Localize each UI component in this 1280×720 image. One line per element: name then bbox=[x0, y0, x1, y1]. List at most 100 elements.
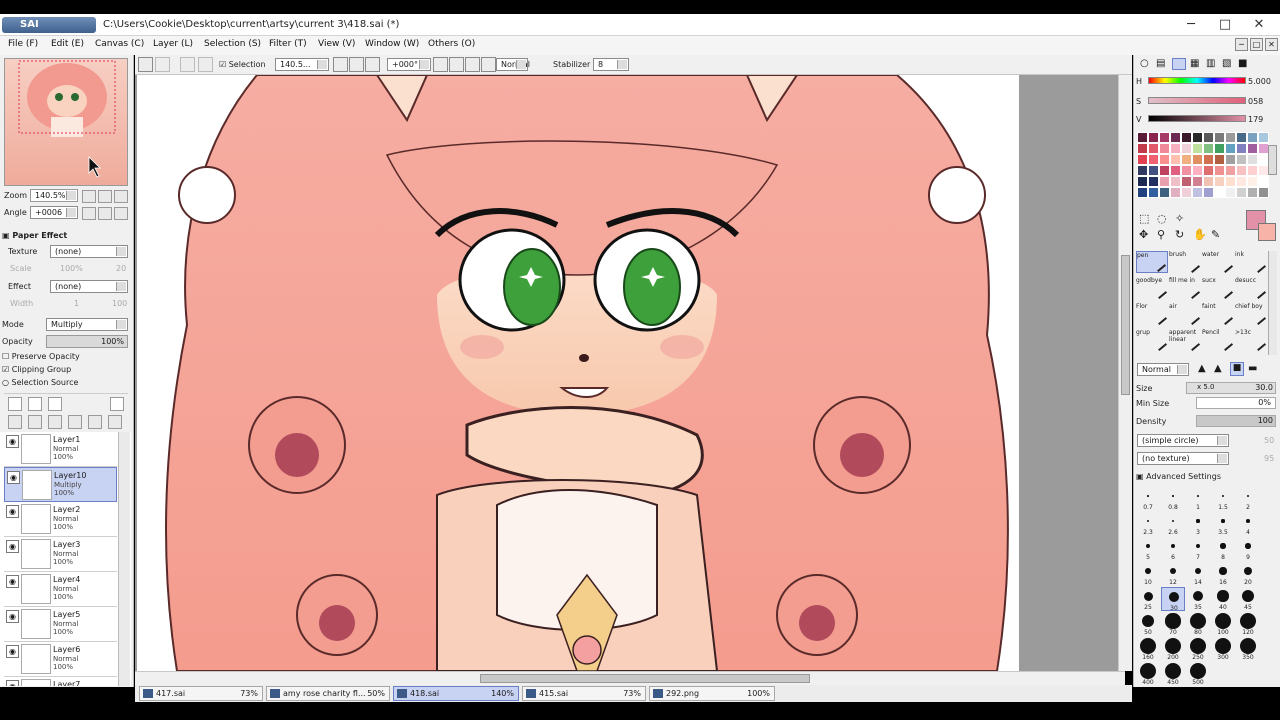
visibility-eye-icon[interactable]: ◉ bbox=[6, 645, 19, 658]
layer-row[interactable]: ◉ Layer10 Multiply 100% bbox=[4, 467, 117, 502]
tool-grup[interactable]: grup bbox=[1136, 329, 1168, 352]
canvas-vscroll-thumb[interactable] bbox=[1121, 255, 1130, 395]
intermediate-icon[interactable]: ■ bbox=[1238, 58, 1247, 69]
layer-row[interactable]: ◉ Layer5 Normal 100% bbox=[4, 607, 117, 642]
tool-water[interactable]: water bbox=[1202, 251, 1234, 274]
color-swatch[interactable] bbox=[1258, 176, 1269, 187]
brush-size-option[interactable]: 400 bbox=[1136, 662, 1160, 686]
mdi-minimize-button[interactable]: ─ bbox=[1235, 38, 1248, 51]
canvas-vertical-scrollbar[interactable] bbox=[1118, 75, 1132, 671]
mdi-restore-button[interactable]: □ bbox=[1250, 38, 1263, 51]
brush-size-option[interactable]: 3 bbox=[1186, 512, 1210, 536]
blend-mode-select[interactable]: Multiply bbox=[46, 318, 128, 331]
brush-size-option[interactable]: 450 bbox=[1161, 662, 1185, 686]
density-slider[interactable]: 100 bbox=[1196, 415, 1276, 427]
lasso-icon[interactable]: ◌ bbox=[1157, 212, 1167, 225]
tool-scrollbar[interactable] bbox=[1268, 251, 1277, 355]
color-swatch[interactable] bbox=[1214, 143, 1225, 154]
color-swatch[interactable] bbox=[1192, 187, 1203, 198]
color-swatch[interactable] bbox=[1181, 165, 1192, 176]
tool-fill-me-in[interactable]: fill me in bbox=[1169, 277, 1201, 300]
zoom-in-icon[interactable] bbox=[349, 57, 364, 72]
tool-flor[interactable]: Flor bbox=[1136, 303, 1168, 326]
drawing-canvas[interactable] bbox=[137, 75, 1019, 671]
color-swatch[interactable] bbox=[1236, 132, 1247, 143]
color-swatch[interactable] bbox=[1148, 165, 1159, 176]
visibility-eye-icon[interactable]: ◉ bbox=[6, 435, 19, 448]
brush-size-option[interactable]: 70 bbox=[1161, 612, 1185, 636]
color-swatch[interactable] bbox=[1214, 165, 1225, 176]
swatches-icon[interactable]: ▦ bbox=[1190, 58, 1199, 69]
menu-file[interactable]: File (F) bbox=[8, 39, 38, 49]
color-swatch[interactable] bbox=[1247, 187, 1258, 198]
color-swatch[interactable] bbox=[1137, 176, 1148, 187]
deselect-icon[interactable] bbox=[180, 57, 195, 72]
color-swatch[interactable] bbox=[1181, 176, 1192, 187]
shape-soft-icon[interactable]: ▲ bbox=[1214, 363, 1222, 374]
color-swatch[interactable] bbox=[1225, 176, 1236, 187]
rotate-ccw-icon[interactable] bbox=[433, 57, 448, 72]
brush-size-option[interactable]: 9 bbox=[1236, 537, 1260, 561]
brush-size-option[interactable]: 16 bbox=[1211, 562, 1235, 586]
color-swatch[interactable] bbox=[1203, 154, 1214, 165]
brush-size-option[interactable]: 80 bbox=[1186, 612, 1210, 636]
rotate-cw-icon[interactable] bbox=[449, 57, 464, 72]
advanced-settings-toggle[interactable]: ▣ Advanced Settings bbox=[1136, 472, 1221, 481]
rotate-reset-button[interactable] bbox=[114, 207, 128, 220]
doc-tab-amy-rose[interactable]: amy rose charity fl... 50% bbox=[266, 686, 390, 701]
tool--13c[interactable]: >13c bbox=[1235, 329, 1267, 352]
select-rect-icon[interactable]: ⬚ bbox=[1139, 212, 1149, 225]
tool-chief-boy[interactable]: chief boy bbox=[1235, 303, 1267, 326]
tool-goodbye[interactable]: goodbye bbox=[1136, 277, 1168, 300]
clear-layer-icon[interactable] bbox=[48, 415, 62, 429]
brush-size-option[interactable]: 14 bbox=[1186, 562, 1210, 586]
menu-window[interactable]: Window (W) bbox=[365, 39, 419, 49]
value-slider[interactable] bbox=[1148, 115, 1246, 122]
visibility-eye-icon[interactable]: ◉ bbox=[7, 471, 20, 484]
color-swatch[interactable] bbox=[1236, 143, 1247, 154]
color-swatch[interactable] bbox=[1148, 143, 1159, 154]
brush-size-option[interactable]: 7 bbox=[1186, 537, 1210, 561]
delete-layer-icon[interactable] bbox=[68, 415, 82, 429]
color-swatch[interactable] bbox=[1192, 154, 1203, 165]
brush-size-option[interactable]: 10 bbox=[1136, 562, 1160, 586]
texture-select[interactable]: (none) bbox=[50, 245, 128, 258]
color-swatch[interactable] bbox=[1214, 187, 1225, 198]
brush-size-option[interactable]: 45 bbox=[1236, 587, 1260, 611]
color-swatch[interactable] bbox=[1170, 132, 1181, 143]
color-swatch[interactable] bbox=[1170, 176, 1181, 187]
color-swatch[interactable] bbox=[1225, 143, 1236, 154]
rotation-select[interactable]: +000° bbox=[387, 58, 431, 71]
color-swatch[interactable] bbox=[1225, 165, 1236, 176]
color-swatch[interactable] bbox=[1137, 143, 1148, 154]
rotate-right-button[interactable] bbox=[98, 207, 112, 220]
view-mode-select[interactable]: Normal bbox=[496, 58, 530, 71]
brush-size-option[interactable]: 8 bbox=[1211, 537, 1235, 561]
invert-selection-icon[interactable] bbox=[198, 57, 213, 72]
menu-selection[interactable]: Selection (S) bbox=[204, 39, 261, 49]
color-swatch[interactable] bbox=[1181, 143, 1192, 154]
menu-others[interactable]: Others (O) bbox=[428, 39, 475, 49]
color-swatch[interactable] bbox=[1159, 176, 1170, 187]
new-linework-icon[interactable] bbox=[28, 397, 42, 411]
brush-size-option[interactable]: 50 bbox=[1136, 612, 1160, 636]
tool-apparent-linear[interactable]: apparent linear bbox=[1169, 329, 1201, 352]
zoom-tool-icon[interactable]: ⚲ bbox=[1157, 228, 1165, 241]
clipping-group-checkbox[interactable]: ☑ Clipping Group bbox=[2, 365, 71, 374]
shape-square-icon[interactable]: ■ bbox=[1230, 362, 1244, 376]
shape-flat-icon[interactable]: ▬ bbox=[1248, 363, 1257, 374]
color-swatch[interactable] bbox=[1247, 154, 1258, 165]
color-swatch[interactable] bbox=[1148, 154, 1159, 165]
color-swatch[interactable] bbox=[1170, 165, 1181, 176]
opacity-slider[interactable]: 100% bbox=[46, 335, 128, 348]
close-button[interactable]: ✕ bbox=[1244, 16, 1274, 34]
color-swatch[interactable] bbox=[1203, 132, 1214, 143]
stabilizer-select[interactable]: 8 bbox=[593, 58, 629, 71]
color-swatch[interactable] bbox=[1236, 165, 1247, 176]
color-swatch[interactable] bbox=[1192, 165, 1203, 176]
color-swatch[interactable] bbox=[1181, 187, 1192, 198]
visibility-eye-icon[interactable]: ◉ bbox=[6, 540, 19, 553]
hand-icon[interactable]: ✋ bbox=[1193, 228, 1207, 241]
brush-size-option[interactable]: 40 bbox=[1211, 587, 1235, 611]
effect-select[interactable]: (none) bbox=[50, 280, 128, 293]
